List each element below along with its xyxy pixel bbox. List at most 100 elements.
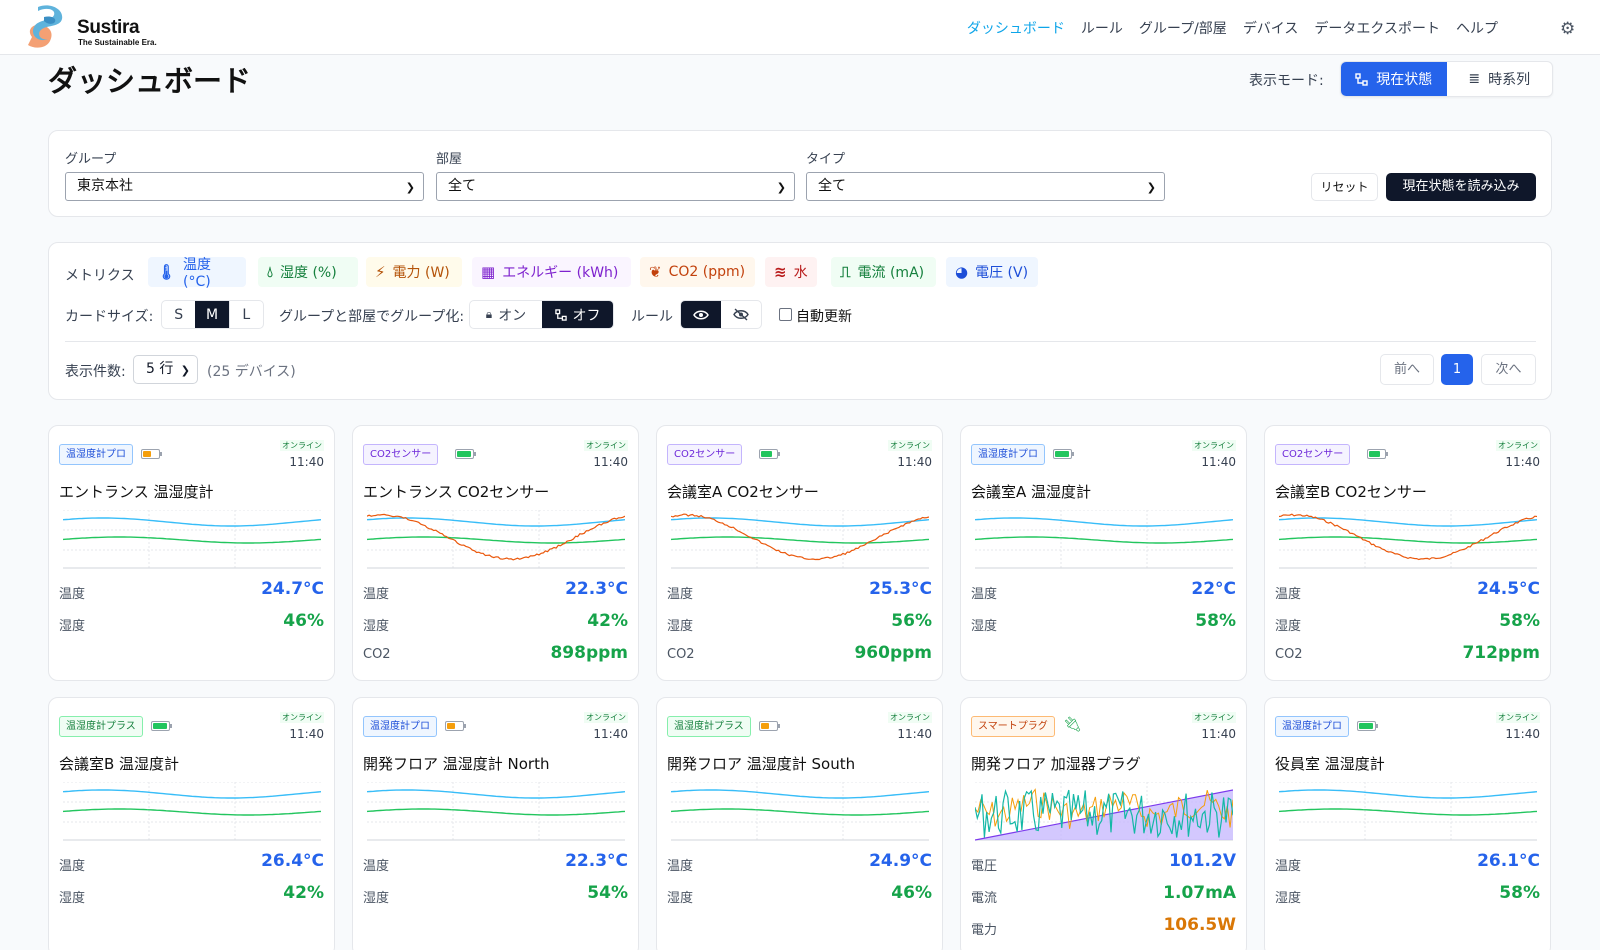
mode-timeseries-button[interactable]: ≣ 時系列 (1447, 62, 1553, 96)
metric-label: CO2 (667, 647, 695, 662)
metric-label: 湿度 (667, 619, 694, 634)
battery-icon (759, 449, 780, 459)
metric-row: 湿度 58% (1275, 611, 1540, 635)
metric-value: 42% (283, 883, 324, 903)
status-badge: オンライン (584, 440, 628, 451)
device-card[interactable]: 温湿度計プロ オンライン 11:40 役員室 温湿度計 温度 26.1°C 湿度 58% (1264, 697, 1551, 950)
mode-current-label: 現在状態 (1376, 72, 1433, 88)
metric-chip-2[interactable]: ⚡︎ 電力 (W) (366, 257, 462, 287)
mode-current-state-button[interactable]: 現在状態 (1341, 62, 1447, 96)
nav-groups-rooms[interactable]: グループ/部屋 (1139, 18, 1227, 38)
metric-row: CO2 898ppm (363, 643, 628, 667)
auto-refresh-checkbox[interactable] (779, 308, 792, 321)
metric-label: 湿度 (971, 619, 998, 634)
prev-page-button[interactable]: 前へ (1380, 354, 1434, 385)
metric-value: 22°C (1191, 579, 1236, 599)
eye-icon (693, 310, 709, 319)
chevron-down-icon: ❯ (776, 181, 786, 194)
device-card[interactable]: 温湿度計プラス オンライン 11:40 開発フロア 温湿度計 South 温度 24.9°… (656, 697, 943, 950)
card-size-s[interactable]: S (162, 301, 195, 328)
rule-hide-button[interactable] (721, 301, 761, 328)
metric-label: CO2 (1275, 647, 1303, 662)
plug-icon: 🔌︎ (1063, 715, 1083, 733)
rows-select-value: 5 行 (146, 361, 174, 377)
load-current-state-button[interactable]: 現在状態を読み込み (1386, 173, 1536, 201)
gear-icon[interactable]: ⚙ (1560, 20, 1578, 38)
device-card[interactable]: スマートプラグ 🔌︎ オンライン 11:40 開発フロア 加湿器プラグ 電圧 101.2V 電… (960, 697, 1247, 950)
battery-icon (1357, 721, 1378, 731)
next-page-button[interactable]: 次へ (1481, 354, 1536, 385)
device-type-tag: 温湿度計プラス (59, 716, 143, 737)
top-navigation-bar: Sustira The Sustainable Era. ダッシュボード ルール… (0, 0, 1600, 55)
card-size-l[interactable]: L (228, 301, 263, 328)
sustira-logo[interactable] (24, 3, 70, 53)
card-size-label: カードサイズ: (65, 309, 154, 325)
grouping-off-label: オフ (572, 307, 601, 324)
group-select[interactable]: 東京本社 ❯ (65, 172, 424, 201)
card-size-m[interactable]: M (195, 301, 229, 328)
device-type-tag: CO2センサー (667, 444, 743, 465)
eye-off-icon (733, 308, 749, 321)
grouping-on-button[interactable]: 🔒︎ オン (470, 301, 542, 328)
metric-chip-label: 水 (793, 265, 808, 281)
battery-icon (1053, 449, 1074, 459)
device-card[interactable]: 温湿度計プロ オンライン 11:40 エントランス 温湿度計 温度 24.7°C 湿度 46% (48, 425, 335, 681)
metric-row: 温度 26.1°C (1275, 851, 1540, 875)
device-name: 会議室B CO2センサー (1275, 483, 1427, 501)
page-1-button[interactable]: 1 (1441, 354, 1473, 385)
card-size-toggle: S M L (161, 300, 264, 329)
metric-chip-label: 温度 (°C) (183, 257, 212, 290)
rows-per-page-select[interactable]: 5 行 ❯ (133, 355, 198, 384)
metric-value: 25.3°C (869, 579, 932, 599)
metric-chip-label: CO2 (ppm) (668, 264, 746, 280)
reset-button[interactable]: リセット (1311, 173, 1378, 201)
nav-help[interactable]: ヘルプ (1456, 18, 1498, 38)
nav-rules[interactable]: ルール (1081, 18, 1123, 38)
metric-value: 26.4°C (261, 851, 324, 871)
metric-value: 58% (1499, 611, 1540, 631)
rule-label: ルール (631, 309, 673, 325)
metric-label: 電力 (971, 923, 998, 938)
device-card[interactable]: CO2センサー オンライン 11:40 会議室A CO2センサー 温度 25.3°C 湿度 5… (656, 425, 943, 681)
nav-data-export[interactable]: データエクスポート (1314, 18, 1440, 38)
grouping-off-button[interactable]: オフ (542, 301, 613, 328)
nav-devices[interactable]: デバイス (1243, 18, 1299, 38)
metric-value: 24.5°C (1477, 579, 1540, 599)
metric-label: 温度 (1275, 587, 1302, 602)
device-card[interactable]: 温湿度計プロ オンライン 11:40 会議室A 温湿度計 温度 22°C 湿度 58% (960, 425, 1247, 681)
metric-chip-3[interactable]: ▦ エネルギー (kWh) (472, 257, 631, 287)
device-card[interactable]: 温湿度計プラス オンライン 11:40 会議室B 温湿度計 温度 26.4°C 湿度 42% (48, 697, 335, 950)
metric-chip-6[interactable]: ⎍ 電流 (mA) (831, 257, 936, 287)
metric-chip-1[interactable]: 💧︎ 湿度 (%) (258, 257, 358, 287)
sparkline-chart (975, 510, 1233, 569)
device-card[interactable]: 温湿度計プロ オンライン 11:40 開発フロア 温湿度計 North 温度 22.3°C… (352, 697, 639, 950)
status-badge: オンライン (1192, 712, 1236, 723)
device-card[interactable]: CO2センサー オンライン 11:40 会議室B CO2センサー 温度 24.5°C 湿度 5… (1264, 425, 1551, 681)
metric-value: 24.9°C (869, 851, 932, 871)
metric-chip-7[interactable]: ◕ 電圧 (V) (946, 257, 1038, 287)
metric-chip-label: エネルギー (kWh) (502, 265, 619, 281)
metric-chip-4[interactable]: ❦ CO2 (ppm) (640, 257, 755, 287)
device-name: 会議室B 温湿度計 (59, 755, 180, 773)
metric-row: 電力 106.5W (971, 915, 1236, 939)
rule-show-button[interactable] (681, 301, 721, 328)
status-badge: オンライン (1496, 712, 1540, 723)
room-select[interactable]: 全て ❯ (436, 172, 795, 201)
type-select[interactable]: 全て ❯ (806, 172, 1165, 201)
metric-value: 58% (1499, 883, 1540, 903)
metric-chip-label: 湿度 (%) (280, 265, 337, 281)
metric-chip-0[interactable]: 🌡︎ 温度 (°C) (148, 257, 246, 290)
nodes-icon (1355, 72, 1368, 86)
status-badge: オンライン (888, 712, 932, 723)
leaf-icon: ❦ (649, 263, 662, 281)
nodes-icon (554, 308, 567, 321)
metric-row: 湿度 58% (1275, 883, 1540, 907)
metric-label: 湿度 (1275, 891, 1302, 906)
gauge-icon: ◕ (955, 263, 969, 281)
metric-label: 温度 (363, 859, 390, 874)
metric-value: 101.2V (1169, 851, 1236, 871)
battery-icon (141, 449, 162, 459)
device-card[interactable]: CO2センサー オンライン 11:40 エントランス CO2センサー 温度 22.3°C 湿… (352, 425, 639, 681)
nav-dashboard[interactable]: ダッシュボード (967, 18, 1065, 38)
metric-chip-5[interactable]: ≋ 水 (765, 257, 817, 287)
